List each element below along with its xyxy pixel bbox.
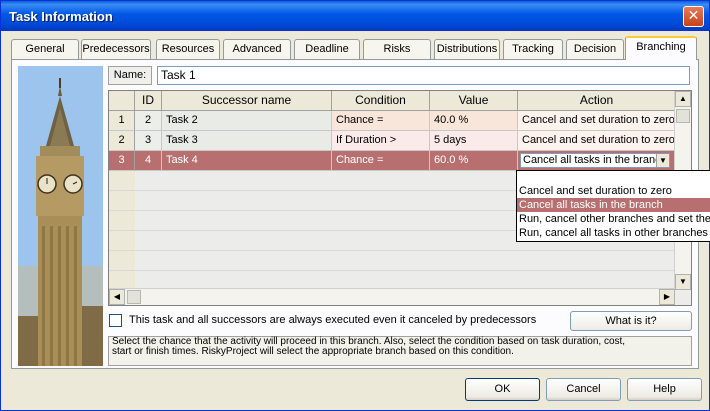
- cell-condition[interactable]: Chance =: [332, 151, 430, 171]
- tab-label: Deadline: [305, 43, 349, 55]
- cell-value[interactable]: 60.0 %: [430, 151, 518, 171]
- tab-predecessors[interactable]: Predecessors: [81, 39, 151, 59]
- tab-branching[interactable]: Branching: [625, 36, 697, 60]
- scroll-left-icon[interactable]: ◀: [109, 289, 125, 305]
- cancel-button[interactable]: Cancel: [546, 378, 621, 401]
- window-title: Task Information: [9, 9, 113, 24]
- tab-label: Distributions: [436, 43, 498, 55]
- action-combobox[interactable]: Cancel all tasks in the branch ▼: [520, 153, 670, 168]
- empty-row: [109, 251, 675, 271]
- tab-label: Advanced: [232, 43, 282, 55]
- cell-value[interactable]: 40.0 %: [430, 111, 518, 131]
- cell-condition[interactable]: Chance =: [332, 111, 430, 131]
- cell-action[interactable]: Cancel and set duration to zero: [518, 111, 676, 131]
- tab-label: Resources: [161, 43, 215, 55]
- dropdown-option-selected[interactable]: Cancel all tasks in the branch: [517, 198, 710, 212]
- tab-advanced[interactable]: Advanced: [223, 39, 291, 59]
- row-number[interactable]: 3: [109, 151, 135, 171]
- row-number[interactable]: 2: [109, 131, 135, 151]
- cell-successor-name[interactable]: Task 3: [162, 131, 332, 151]
- cell-successor-name[interactable]: Task 4: [162, 151, 332, 171]
- cell-value[interactable]: 5 days: [430, 131, 518, 151]
- column-header-successor-name[interactable]: Successor name: [162, 91, 332, 111]
- tab-label: Predecessors: [82, 43, 150, 55]
- action-combobox-cell[interactable]: Cancel all tasks in the branch ▼: [518, 151, 676, 171]
- horizontal-scroll-thumb[interactable]: [127, 290, 141, 304]
- what-is-it-button[interactable]: What is it?: [570, 311, 692, 331]
- dropdown-option[interactable]: Run, cancel all tasks in other branches: [517, 226, 710, 240]
- always-execute-checkbox[interactable]: [109, 314, 122, 327]
- name-label: Name:: [108, 66, 152, 85]
- tab-label: Tracking: [512, 43, 554, 55]
- column-header-value[interactable]: Value: [430, 91, 518, 111]
- tab-risks[interactable]: Risks: [363, 39, 431, 59]
- horizontal-scrollbar[interactable]: ◀ ▶: [109, 288, 675, 305]
- dropdown-option[interactable]: Run, cancel other branches and set their: [517, 212, 710, 226]
- cell-successor-name[interactable]: Task 2: [162, 111, 332, 131]
- tab-deadline[interactable]: Deadline: [294, 39, 360, 59]
- close-button[interactable]: ✕: [683, 6, 704, 27]
- cell-id[interactable]: 4: [135, 151, 162, 171]
- tab-general[interactable]: General: [11, 39, 79, 59]
- action-combobox-value: Cancel all tasks in the branch: [523, 154, 667, 166]
- ok-button[interactable]: OK: [465, 378, 540, 401]
- cell-id[interactable]: 3: [135, 131, 162, 151]
- cell-id[interactable]: 2: [135, 111, 162, 131]
- cell-action[interactable]: Cancel and set duration to zero: [518, 131, 676, 151]
- grid-corner-header: [109, 91, 135, 111]
- cell-condition[interactable]: If Duration >: [332, 131, 430, 151]
- description-text: Select the chance that the activity will…: [108, 336, 692, 366]
- column-header-id[interactable]: ID: [135, 91, 162, 111]
- tab-tracking[interactable]: Tracking: [503, 39, 563, 59]
- tab-resources[interactable]: Resources: [156, 39, 220, 59]
- task-information-dialog: Task Information ✕ General Predecessors …: [0, 0, 710, 411]
- name-field[interactable]: Task 1: [157, 66, 690, 85]
- always-execute-label: This task and all successors are always …: [129, 314, 537, 326]
- description-line: start or finish times. RiskyProject will…: [112, 346, 514, 357]
- tab-label: Risks: [383, 43, 411, 55]
- row-number[interactable]: 1: [109, 111, 135, 131]
- tab-label: Branching: [636, 41, 686, 53]
- scroll-up-icon[interactable]: ▲: [675, 91, 691, 107]
- help-button[interactable]: Help: [627, 378, 702, 401]
- tab-label: Decision: [573, 43, 617, 55]
- title-bar[interactable]: Task Information ✕: [1, 1, 709, 31]
- close-icon: ✕: [687, 8, 700, 24]
- dropdown-blank-item: [517, 171, 710, 184]
- scroll-down-icon[interactable]: ▼: [675, 274, 691, 290]
- vertical-scroll-thumb[interactable]: [676, 109, 690, 123]
- tab-strip: General Predecessors Resources Advanced …: [11, 36, 699, 60]
- dropdown-option[interactable]: Cancel and set duration to zero: [517, 184, 710, 198]
- tab-decision[interactable]: Decision: [566, 39, 624, 59]
- big-ben-image: [18, 66, 103, 366]
- action-dropdown-list: Cancel and set duration to zero Cancel a…: [516, 170, 710, 242]
- column-header-action[interactable]: Action: [518, 91, 676, 111]
- column-header-condition[interactable]: Condition: [332, 91, 430, 111]
- tab-distributions[interactable]: Distributions: [434, 39, 500, 59]
- scroll-right-icon[interactable]: ▶: [659, 289, 675, 305]
- tab-label: General: [25, 43, 65, 55]
- chevron-down-icon[interactable]: ▼: [656, 154, 669, 167]
